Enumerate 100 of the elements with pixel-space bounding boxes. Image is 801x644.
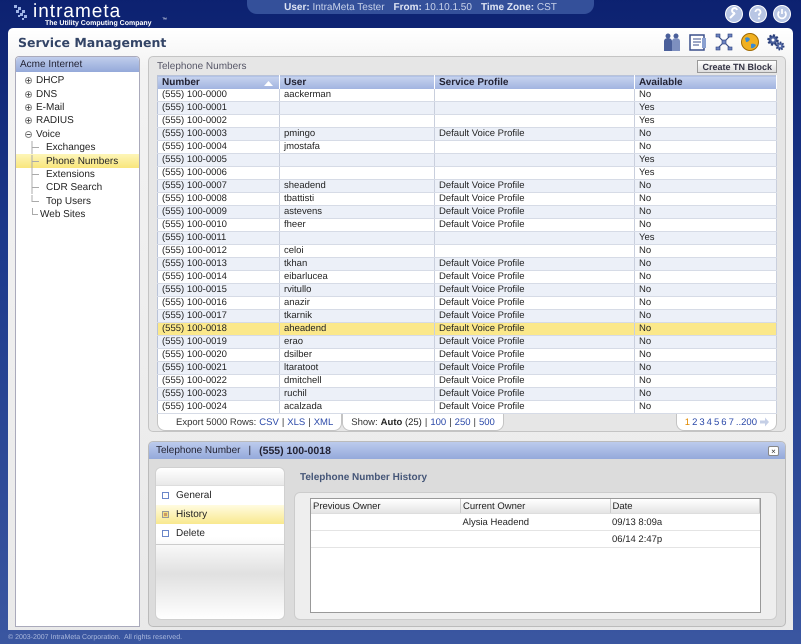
table-row[interactable]: (555) 100-0005 Yes	[158, 154, 776, 167]
help-icon[interactable]	[749, 5, 767, 23]
table-row[interactable]: (555) 100-0009 astevens Default Voice Profile No	[158, 206, 776, 219]
export-link[interactable]: XML	[314, 416, 334, 428]
table-cell: pmingo	[284, 128, 316, 140]
table-row[interactable]: (555) 100-0018 aheadend Default Voice Profile No	[158, 322, 776, 336]
table-row[interactable]: (555) 100-0017 tkarnik Default Voice Profile No	[158, 310, 776, 323]
globe-icon[interactable]	[740, 32, 760, 52]
table-row[interactable]: (555) 100-0019 erao Default Voice Profile No	[158, 336, 776, 349]
table-cell: (555) 100-0013	[162, 258, 227, 270]
page-link[interactable]: 2	[692, 416, 698, 428]
power-icon[interactable]	[773, 5, 791, 23]
table-cell: No	[639, 141, 652, 152]
menu-item[interactable]: Delete	[156, 524, 284, 543]
table-cell: No	[639, 375, 652, 386]
document-icon[interactable]	[688, 32, 708, 52]
expand-icon[interactable]	[25, 104, 32, 111]
table-cell: anazir	[284, 297, 310, 308]
collapse-icon[interactable]	[25, 130, 32, 138]
page-size-option[interactable]: 250	[454, 416, 471, 428]
page-link[interactable]: ..200	[736, 416, 757, 428]
table-cell: dmitchell	[284, 375, 322, 386]
table-cell: No	[639, 349, 652, 360]
panel-title: Telephone Numbers	[157, 61, 246, 72]
detail-value: (555) 100-0018	[259, 444, 331, 456]
table-cell: Default Voice Profile	[439, 336, 525, 348]
tree-item[interactable]: CDR Search	[16, 181, 139, 195]
table-cell: Default Voice Profile	[439, 271, 525, 282]
table-row[interactable]: (555) 100-0011 Yes	[158, 232, 776, 245]
gears-icon[interactable]	[766, 32, 786, 52]
column-header[interactable]: User	[280, 76, 434, 90]
page-link[interactable]: 7	[728, 416, 734, 428]
table-cell: (555) 100-0024	[162, 401, 227, 412]
table-cell: ruchil	[284, 388, 307, 400]
menu-item[interactable]: History	[156, 505, 284, 524]
table-cell: 09/13 8:09a	[612, 516, 662, 528]
separator-text: |	[248, 445, 252, 456]
page-link[interactable]: 5	[714, 416, 720, 428]
column-header: Previous Owner	[311, 499, 460, 514]
table-cell: acalzada	[284, 401, 322, 412]
table-cell: tkarnik	[284, 310, 312, 322]
page-size-option[interactable]: Auto (25)	[380, 416, 422, 428]
create-block-button[interactable]: Create TN Block	[697, 60, 777, 74]
table-cell: (555) 100-0006	[162, 167, 227, 178]
tree-item[interactable]: E-Mail	[16, 100, 139, 114]
tree-item[interactable]: DNS	[16, 87, 139, 101]
table-row[interactable]: (555) 100-0007 sheadend Default Voice Profile No	[158, 180, 776, 193]
table-row[interactable]: (555) 100-0015 rvitullo Default Voice Profile No	[158, 284, 776, 297]
column-header[interactable]: Service Profile	[434, 76, 634, 90]
table-cell: (555) 100-0010	[162, 219, 227, 230]
tree-item[interactable]: RADIUS	[16, 114, 139, 128]
tree-item[interactable]: Top Users	[16, 194, 139, 208]
table-cell: (555) 100-0001	[162, 102, 227, 114]
table-cell: Default Voice Profile	[439, 180, 525, 192]
bullet-icon	[162, 530, 169, 537]
expand-icon[interactable]	[25, 77, 32, 84]
table-row[interactable]: (555) 100-0003 pmingo Default Voice Profile No	[158, 128, 776, 141]
table-cell: No	[639, 258, 652, 270]
table-cell: tkhan	[284, 258, 308, 270]
menu-item[interactable]: General	[156, 486, 284, 505]
export-link[interactable]: XLS	[287, 416, 306, 428]
tree-item[interactable]: Web Sites	[16, 208, 139, 222]
tree-item[interactable]: Exchanges	[16, 140, 139, 154]
table-cell: Default Voice Profile	[439, 128, 525, 140]
table-row[interactable]: (555) 100-0013 tkhan Default Voice Profile No	[158, 258, 776, 271]
separator-text: |	[308, 416, 311, 428]
page-link[interactable]: 4	[706, 416, 712, 428]
table-cell: (555) 100-0008	[162, 193, 227, 204]
network-icon[interactable]	[714, 32, 734, 52]
expand-icon[interactable]	[25, 117, 32, 124]
page-link[interactable]: 3	[699, 416, 705, 428]
table-cell: No	[639, 284, 652, 296]
table-cell: Yes	[639, 115, 654, 126]
table-row[interactable]: (555) 100-0001 Yes	[158, 102, 776, 115]
tree-item[interactable]: DHCP	[16, 74, 139, 88]
column-header[interactable]: Available	[634, 76, 776, 90]
table-cell: Yes	[639, 167, 654, 178]
table-cell: sheadend	[284, 180, 326, 192]
tree-item[interactable]: Phone Numbers	[16, 154, 139, 168]
table-cell: Default Voice Profile	[439, 219, 525, 230]
table-cell: No	[639, 128, 652, 140]
column-header[interactable]: Number	[158, 76, 280, 90]
table-cell: (555) 100-0018	[162, 323, 227, 334]
show-label: Show:	[351, 416, 378, 428]
expand-icon[interactable]	[25, 90, 32, 98]
export-link[interactable]: CSV	[259, 416, 279, 428]
tree-item[interactable]: Voice	[16, 128, 139, 141]
table-cell: Yes	[639, 232, 654, 244]
close-button[interactable]: ×	[768, 446, 779, 456]
wrench-icon[interactable]	[725, 5, 743, 23]
table-cell: Yes	[639, 154, 654, 166]
table-cell: (555) 100-0021	[162, 362, 227, 374]
people-icon[interactable]	[662, 32, 682, 52]
page-link[interactable]: 6	[721, 416, 727, 428]
page-size-option[interactable]: 500	[478, 416, 495, 428]
tree-item[interactable]: Extensions	[16, 168, 139, 182]
page-size-option[interactable]: 100	[430, 416, 446, 428]
table-row[interactable]: (555) 100-0021 ltaratoot Default Voice Profile No	[158, 362, 776, 375]
table-row[interactable]: (555) 100-0023 ruchil Default Voice Profile No	[158, 388, 776, 401]
table-cell: (555) 100-0016	[162, 297, 227, 308]
